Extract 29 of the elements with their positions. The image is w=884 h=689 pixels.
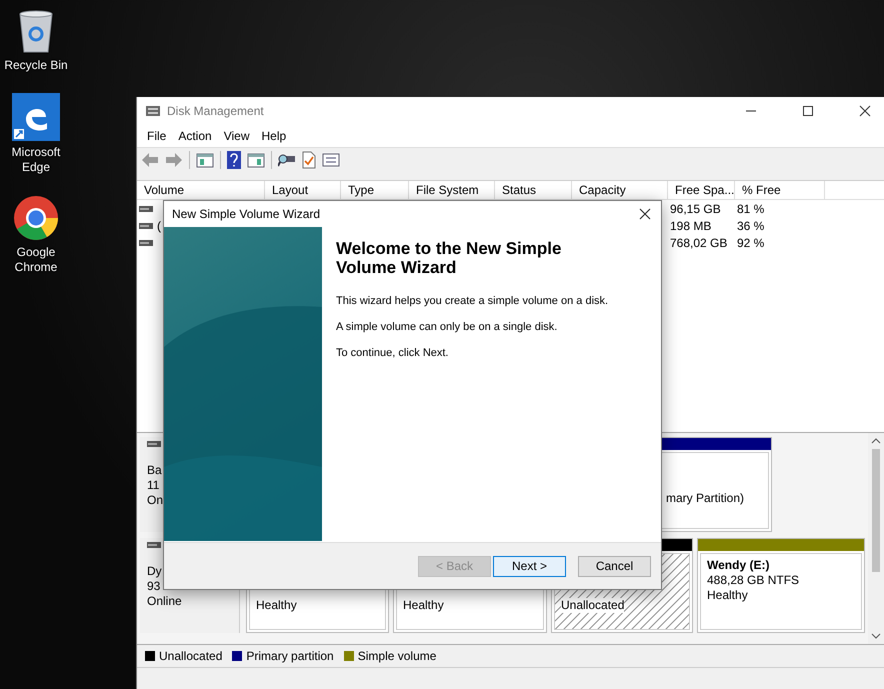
disk-info-text: Dy bbox=[147, 564, 163, 579]
table-cell: 768,02 GB bbox=[670, 236, 728, 250]
table-cell: 198 MB bbox=[670, 218, 712, 232]
partition-info: 488,28 GB NTFS bbox=[707, 573, 800, 588]
partition-info: Healthy bbox=[403, 598, 445, 613]
partition-info: Unallocated bbox=[561, 598, 624, 613]
dialog-title: New Simple Volume Wizard bbox=[172, 207, 320, 221]
table-cell: 96,15 GB bbox=[670, 202, 721, 216]
disk-info-text: 11 bbox=[147, 478, 160, 493]
wizard-text: This wizard helps you create a simple volume on a disk. bbox=[336, 295, 608, 307]
wizard-heading: Welcome to the New Simple Volume Wizard bbox=[336, 239, 562, 277]
window-title: Disk Management bbox=[167, 104, 264, 118]
disk-info-text: Ba bbox=[147, 463, 163, 478]
disk-info-text: Online bbox=[147, 594, 183, 609]
table-cell: ( bbox=[157, 218, 161, 232]
disk-info-text: On bbox=[147, 493, 164, 508]
legend-label: Unallocated bbox=[159, 649, 222, 663]
legend-label: Simple volume bbox=[358, 649, 436, 663]
wizard-text: A simple volume can only be on a single disk. bbox=[336, 321, 558, 333]
wizard-text: To continue, click Next. bbox=[336, 347, 450, 359]
table-cell: 36 % bbox=[737, 218, 764, 232]
partition-info: Healthy bbox=[707, 588, 749, 603]
partition-info: mary Partition) bbox=[666, 491, 744, 506]
partition-info: Healthy bbox=[256, 598, 298, 613]
partition-name: Wendy (E:) bbox=[707, 558, 770, 573]
table-cell: 92 % bbox=[737, 236, 764, 250]
legend-label: Primary partition bbox=[246, 649, 334, 663]
disk-info-text: 93 bbox=[147, 579, 162, 594]
table-cell: 81 % bbox=[737, 202, 764, 216]
